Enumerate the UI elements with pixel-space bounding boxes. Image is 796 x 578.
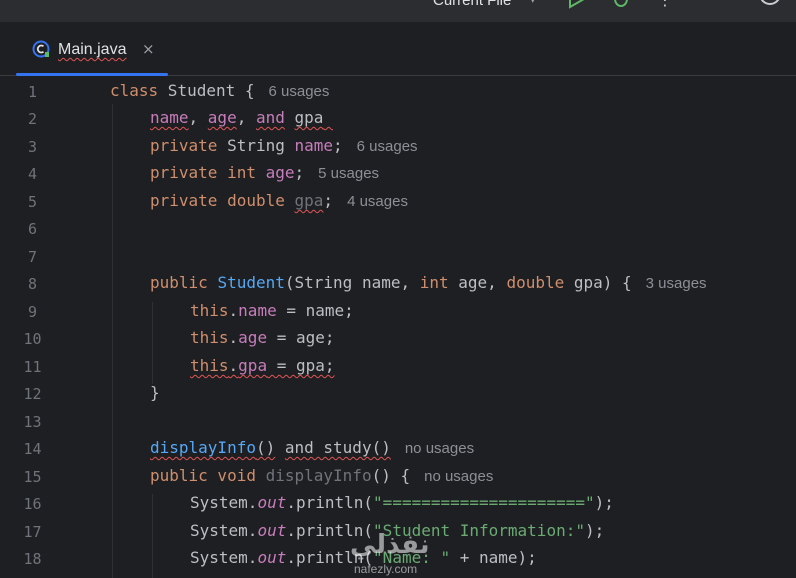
line-number: 8 bbox=[27, 275, 38, 293]
usages-hint[interactable]: 4 usages bbox=[347, 193, 408, 210]
code-line-1[interactable]: class Student {6 usages bbox=[110, 82, 330, 101]
usages-hint[interactable]: no usages bbox=[424, 468, 493, 485]
code-editor[interactable]: 1 2 3 4 5 6 7 8 9 10 11 12 13 14 15 16 1… bbox=[0, 76, 796, 578]
line-number: 5 bbox=[27, 193, 38, 211]
indent-guide bbox=[152, 494, 153, 578]
code-line-5[interactable]: private double gpa; 4 usages bbox=[150, 192, 408, 211]
line-number: 17 bbox=[23, 523, 42, 541]
run-configuration-selector[interactable]: Current File bbox=[433, 0, 511, 9]
code-line-4[interactable]: private int age; 5 usages bbox=[150, 164, 379, 183]
line-number: 1 bbox=[27, 83, 38, 101]
usages-hint[interactable]: no usages bbox=[405, 440, 474, 457]
chevron-down-icon[interactable]: ▾ bbox=[530, 0, 536, 6]
usages-hint[interactable]: 6 usages bbox=[357, 138, 418, 155]
usages-hint[interactable]: 5 usages bbox=[318, 165, 379, 182]
code-line-2[interactable]: name, age, and gpa bbox=[150, 109, 333, 127]
tab-main-java[interactable]: Main.java × bbox=[16, 22, 168, 76]
code-line-9[interactable]: this.name = name; bbox=[190, 302, 354, 320]
line-number: 10 bbox=[23, 330, 42, 348]
more-icon[interactable]: ⋮ bbox=[657, 0, 673, 9]
line-number: 2 bbox=[27, 110, 38, 128]
run-icon[interactable] bbox=[566, 0, 588, 13]
usages-hint[interactable]: 3 usages bbox=[646, 275, 707, 292]
indent-guide bbox=[112, 104, 113, 578]
line-number: 6 bbox=[27, 220, 38, 238]
line-number: 3 bbox=[27, 138, 38, 156]
code-line-12[interactable]: } bbox=[150, 384, 160, 402]
line-number: 13 bbox=[23, 413, 42, 431]
code-line-3[interactable]: private String name; 6 usages bbox=[150, 137, 418, 156]
watermark-logo: نفذلي nafezly.com bbox=[350, 530, 430, 576]
code-line-14[interactable]: displayInfo() and study() no usages bbox=[150, 439, 474, 458]
java-class-icon bbox=[32, 40, 50, 62]
tab-label: Main.java bbox=[58, 41, 127, 58]
indent-guide bbox=[152, 302, 153, 384]
line-number: 14 bbox=[23, 440, 42, 458]
code-line-10[interactable]: this.age = age; bbox=[190, 329, 335, 347]
close-icon[interactable]: × bbox=[142, 40, 155, 58]
line-number: 16 bbox=[23, 495, 42, 513]
editor-tab-bar: Main.java × bbox=[0, 22, 796, 76]
line-number: 4 bbox=[27, 165, 38, 183]
line-number: 7 bbox=[27, 248, 38, 266]
account-icon[interactable] bbox=[758, 0, 782, 12]
line-number: 18 bbox=[23, 550, 42, 568]
code-line-8[interactable]: public Student(String name, int age, dou… bbox=[150, 274, 707, 293]
debug-icon[interactable] bbox=[610, 0, 632, 12]
code-line-11[interactable]: this.gpa = gpa; bbox=[190, 357, 335, 375]
line-number: 11 bbox=[23, 358, 42, 376]
line-number: 15 bbox=[23, 468, 42, 486]
main-toolbar: Current File ▾ ⋮ bbox=[0, 0, 796, 22]
code-line-16[interactable]: System.out.println("====================… bbox=[190, 494, 614, 512]
code-line-15[interactable]: public void displayInfo() {no usages bbox=[150, 467, 493, 486]
usages-hint[interactable]: 6 usages bbox=[269, 83, 330, 100]
line-number: 12 bbox=[23, 385, 42, 403]
line-number: 9 bbox=[27, 303, 38, 321]
